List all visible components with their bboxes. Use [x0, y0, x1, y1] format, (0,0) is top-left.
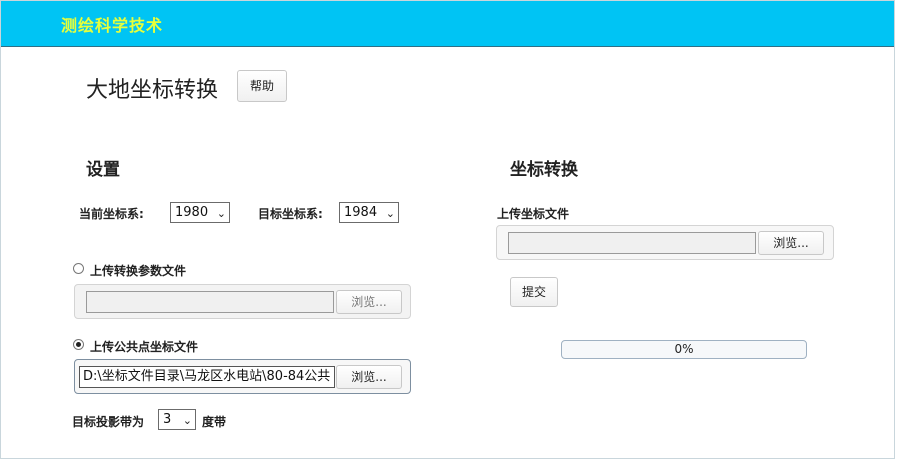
- help-button[interactable]: 帮助: [237, 70, 287, 102]
- top-bar: 测绘科学技术: [1, 1, 894, 47]
- upload-params-label: 上传转换参数文件: [90, 264, 187, 278]
- projection-zone-select[interactable]: 3 ⌄: [158, 409, 196, 430]
- progress-text: 0%: [674, 342, 694, 356]
- chevron-down-icon: ⌄: [182, 414, 192, 427]
- coords-file-input[interactable]: [508, 232, 756, 254]
- chevron-down-icon: ⌄: [385, 207, 395, 220]
- upload-progress-bar: 0%: [561, 340, 807, 359]
- settings-title: 设置: [86, 160, 120, 180]
- radio-upload-common-points[interactable]: [73, 339, 84, 350]
- current-system-value: 1980: [175, 205, 209, 220]
- convert-title: 坐标转换: [510, 160, 578, 180]
- upload-coords-label: 上传坐标文件: [497, 207, 570, 221]
- projection-zone-value: 3: [163, 412, 172, 427]
- submit-button[interactable]: 提交: [510, 277, 558, 307]
- current-system-label: 当前坐标系:: [79, 207, 144, 221]
- page-title: 大地坐标转换: [86, 78, 219, 103]
- common-points-file-field: D:\坐标文件目录\马龙区水电站\80-84公共 浏览...: [74, 359, 411, 394]
- current-system-select[interactable]: 1980 ⌄: [170, 202, 230, 223]
- radio-upload-params[interactable]: [73, 263, 84, 274]
- params-browse-button[interactable]: 浏览...: [336, 290, 402, 314]
- brand-title: 测绘科学技术: [61, 16, 164, 35]
- target-system-label: 目标坐标系:: [258, 207, 323, 221]
- chevron-down-icon: ⌄: [216, 207, 226, 220]
- coords-browse-button[interactable]: 浏览...: [758, 231, 824, 255]
- params-file-input[interactable]: [86, 291, 334, 313]
- upload-common-points-label: 上传公共点坐标文件: [90, 340, 199, 354]
- target-system-value: 1984: [344, 205, 378, 220]
- target-system-select[interactable]: 1984 ⌄: [339, 202, 399, 223]
- projection-prefix-label: 目标投影带为: [72, 415, 145, 429]
- projection-suffix-label: 度带: [202, 415, 227, 429]
- coords-file-field: 浏览...: [496, 225, 834, 260]
- common-points-file-input[interactable]: D:\坐标文件目录\马龙区水电站\80-84公共: [79, 366, 335, 388]
- common-points-browse-button[interactable]: 浏览...: [336, 365, 402, 389]
- params-file-field: 浏览...: [74, 284, 411, 319]
